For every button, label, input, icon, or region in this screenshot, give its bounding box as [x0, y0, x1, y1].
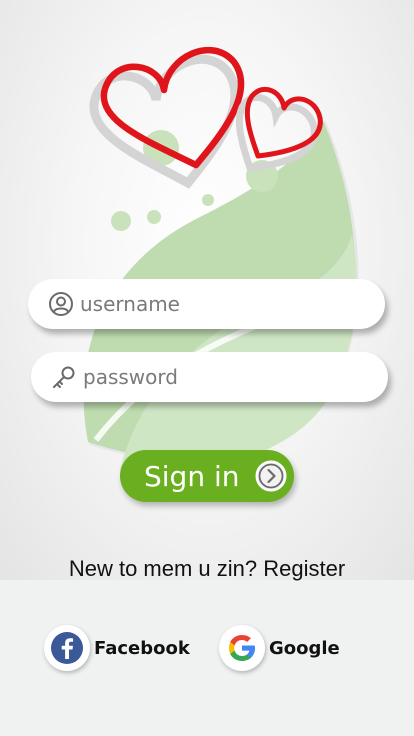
register-line: New to mem u zin? Register [0, 556, 414, 582]
bubble [202, 194, 214, 206]
password-field[interactable] [31, 352, 388, 402]
google-icon [229, 635, 255, 661]
google-login-button[interactable]: Google [219, 625, 340, 671]
key-icon [51, 364, 77, 390]
facebook-icon [51, 632, 83, 664]
facebook-icon-circle [44, 625, 90, 671]
chevron-right-circle-icon [255, 460, 287, 492]
google-label: Google [269, 637, 340, 659]
hearts-leaf-artwork [83, 47, 359, 473]
user-circle-icon [48, 291, 74, 317]
register-prompt: New to mem u zin? [68, 556, 258, 581]
login-screen: Sign in New to mem u zin? Register Faceb… [0, 0, 414, 736]
username-field[interactable] [28, 279, 385, 329]
sign-in-label: Sign in [144, 459, 240, 493]
username-input[interactable] [80, 292, 340, 316]
facebook-login-button[interactable]: Facebook [44, 625, 190, 671]
google-icon-circle [219, 625, 265, 671]
sign-in-button[interactable]: Sign in [120, 450, 294, 502]
bubble [111, 211, 131, 231]
facebook-label: Facebook [94, 637, 190, 659]
bubble [147, 210, 161, 224]
register-link[interactable]: Register [263, 556, 345, 581]
password-input[interactable] [83, 365, 343, 389]
